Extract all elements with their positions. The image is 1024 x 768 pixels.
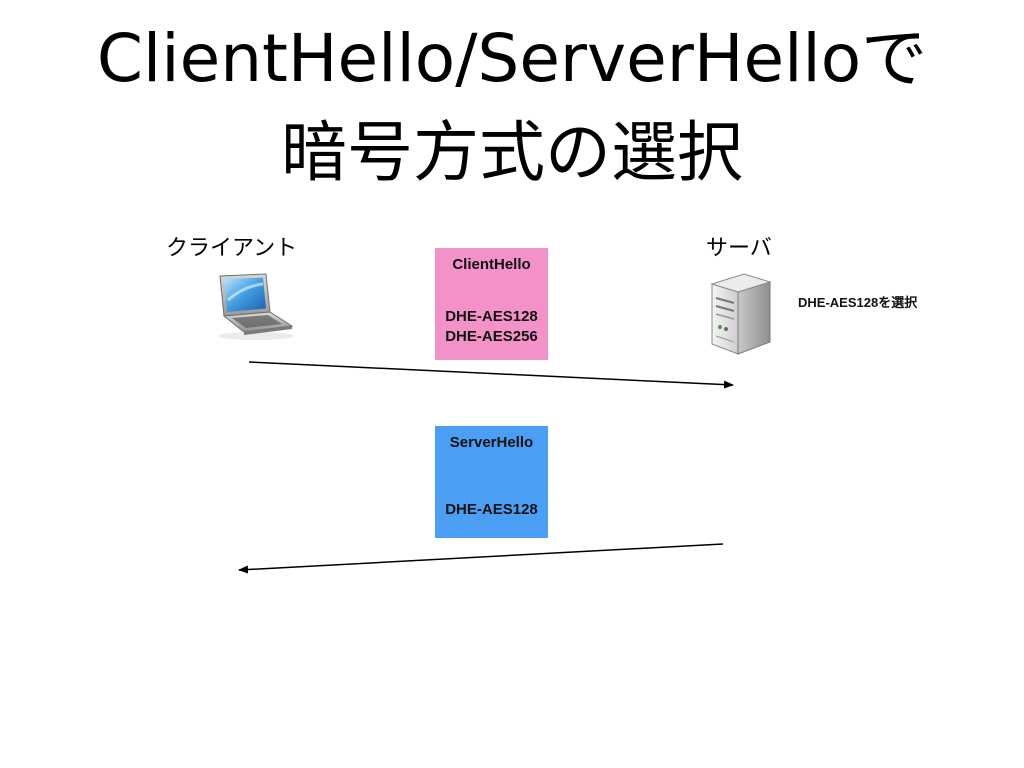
message-arrows [238, 361, 734, 574]
client-hello-arrow [248, 361, 734, 389]
server-selection-note: DHE-AES128を選択 [798, 295, 918, 310]
server-hello-cipher: DHE-AES128 [445, 501, 538, 518]
client-hello-cipher: DHE-AES128 [445, 308, 538, 325]
client-hello-cipher: DHE-AES256 [445, 328, 538, 345]
client-hello-box: ClientHello DHE-AES128 DHE-AES256 [435, 248, 548, 360]
client-hello-title: ClientHello [452, 256, 531, 273]
server-hello-box: ServerHello DHE-AES128 [435, 426, 548, 538]
server-hello-title: ServerHello [449, 434, 534, 451]
server-hello-arrow [238, 543, 724, 574]
